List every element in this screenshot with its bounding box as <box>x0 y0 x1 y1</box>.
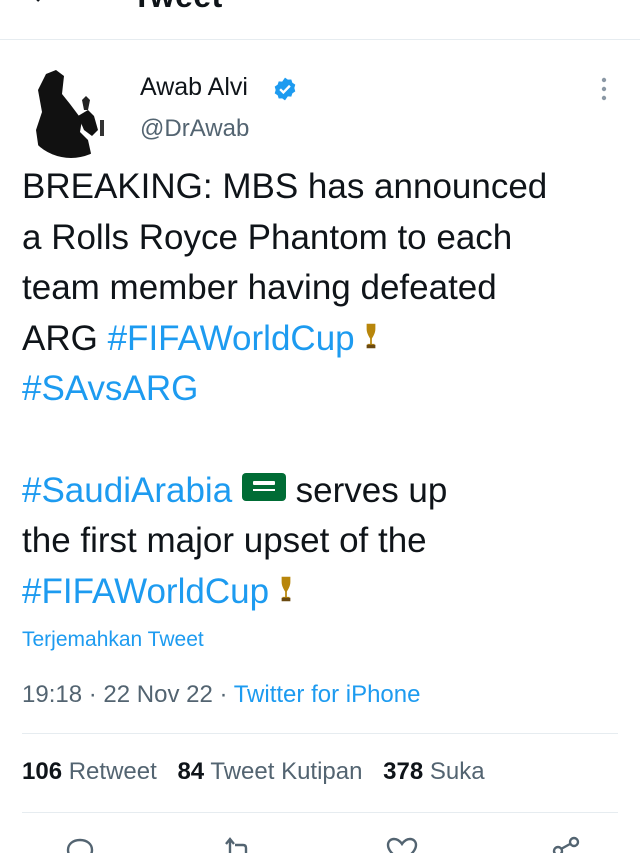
trophy-emoji <box>364 315 378 366</box>
tweet-line: the first major upset of the <box>22 521 427 560</box>
tweet-line: #FIFAWorldCup <box>22 567 622 618</box>
tweet-text-segment: ARG <box>22 318 98 358</box>
saudi-flag-emoji <box>241 467 286 518</box>
share-icon[interactable] <box>548 836 584 853</box>
hashtag-link[interactable]: #FIFAWorldCup <box>22 572 269 611</box>
trophy-emoji <box>279 568 293 619</box>
tweet-time[interactable]: 19:18 <box>22 681 82 708</box>
more-vertical-icon[interactable] <box>596 76 612 104</box>
divider <box>22 812 618 813</box>
page-title: Tweet <box>132 0 223 15</box>
tweet-line: #SAvsARG <box>22 364 622 415</box>
like-count: 378 <box>383 758 424 785</box>
retweet-icon[interactable] <box>220 836 256 853</box>
quote-stat[interactable]: 84 Tweet Kutipan <box>177 758 362 785</box>
heart-icon[interactable] <box>384 836 420 853</box>
arrow-left-icon[interactable] <box>28 0 52 6</box>
tweet-line: BREAKING: MBS has announced <box>22 167 548 206</box>
top-bar: Tweet <box>0 0 640 40</box>
meta-separator: · <box>88 681 97 708</box>
avatar[interactable] <box>22 60 120 158</box>
tweet-source[interactable]: Twitter for iPhone <box>234 681 421 708</box>
verified-badge-icon <box>272 76 298 102</box>
tweet-date[interactable]: 22 Nov 22 <box>103 681 212 708</box>
quote-label: Tweet Kutipan <box>210 758 363 785</box>
tweet-line: team member having defeated <box>22 268 497 307</box>
reply-icon[interactable] <box>62 836 98 853</box>
retweet-count: 106 <box>22 758 63 785</box>
tweet-text-segment: serves up <box>295 470 448 510</box>
tweet-text: BREAKING: MBS has announced a Rolls Royc… <box>22 162 622 617</box>
hashtag-link[interactable]: #FIFAWorldCup <box>108 319 355 358</box>
retweet-label: Retweet <box>68 758 157 785</box>
translate-link[interactable]: Terjemahkan Tweet <box>22 628 204 652</box>
tweet-meta: 19:18 · 22 Nov 22 · Twitter for iPhone <box>22 681 420 709</box>
retweet-stat[interactable]: 106 Retweet <box>22 758 157 785</box>
author-handle[interactable]: @DrAwab <box>140 115 249 143</box>
hashtag-link[interactable]: #SaudiArabia <box>22 471 232 510</box>
divider <box>22 733 618 734</box>
author-name[interactable]: Awab Alvi <box>140 73 248 102</box>
meta-separator: · <box>219 681 228 708</box>
like-label: Suka <box>429 758 485 785</box>
like-stat[interactable]: 378 Suka <box>383 758 484 785</box>
hashtag-link[interactable]: #SAvsARG <box>22 369 198 408</box>
action-bar <box>0 832 640 853</box>
quote-count: 84 <box>177 758 205 785</box>
tweet-line: #SaudiArabia serves up <box>22 466 622 517</box>
tweet-stats: 106 Retweet 84 Tweet Kutipan 378 Suka <box>22 758 499 786</box>
tweet-line: a Rolls Royce Phantom to each <box>22 217 513 257</box>
tweet-line: ARG #FIFAWorldCup <box>22 314 622 365</box>
